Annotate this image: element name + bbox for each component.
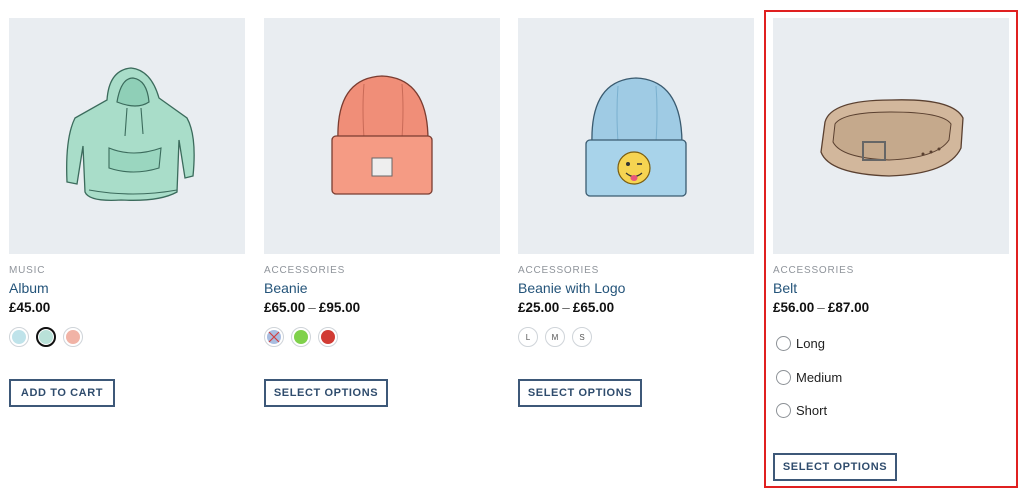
product-category: MUSIC (9, 265, 46, 276)
size-swatch-l[interactable]: L (518, 327, 538, 347)
product-price: £45.00 (9, 300, 50, 315)
color-swatches (264, 327, 338, 347)
hoodie-icon (66, 67, 195, 201)
product-image-beanie[interactable] (264, 18, 500, 254)
product-image-album[interactable] (9, 18, 245, 254)
price-max: £65.00 (572, 300, 615, 315)
beanie-coral-icon (331, 75, 433, 195)
product-title[interactable]: Beanie with Logo (518, 280, 625, 296)
tshirt-teal-icon[interactable] (36, 327, 56, 347)
select-options-button[interactable]: SELECT OPTIONS (264, 379, 388, 407)
size-label: L (525, 332, 531, 342)
color-swatches (9, 327, 83, 347)
product-price: £65.00– £95.00 (264, 300, 360, 315)
tshirt-blue-icon[interactable] (9, 327, 29, 347)
size-label: S (579, 332, 585, 342)
product-card-beanie: ACCESSORIES Beanie £65.00– £95.00 SELECT … (264, 18, 500, 407)
size-swatch-s[interactable]: S (572, 327, 592, 347)
price-separator: – (562, 300, 570, 315)
beanie-logo-icon (585, 77, 687, 197)
product-category: ACCESSORIES (518, 265, 600, 276)
price-min: £25.00 (518, 300, 560, 315)
select-options-button[interactable]: SELECT OPTIONS (518, 379, 642, 407)
green-swatch-icon[interactable] (291, 327, 311, 347)
product-price: £25.00– £65.00 (518, 300, 614, 315)
price-min: £65.00 (264, 300, 306, 315)
price-value: £45.00 (9, 300, 51, 315)
price-separator: – (308, 300, 316, 315)
tshirt-pink-icon[interactable] (63, 327, 83, 347)
unavailable-swatch-icon[interactable] (264, 327, 284, 347)
product-card-album: MUSIC Album £45.00 ADD TO CART (9, 18, 245, 407)
size-swatch-m[interactable]: M (545, 327, 565, 347)
selection-highlight (764, 10, 1018, 488)
product-image-beanie-with-logo[interactable] (518, 18, 754, 254)
product-category: ACCESSORIES (264, 265, 346, 276)
product-title[interactable]: Album (9, 280, 49, 296)
add-to-cart-button[interactable]: ADD TO CART (9, 379, 115, 407)
size-label: M (551, 332, 559, 342)
red-swatch-icon[interactable] (318, 327, 338, 347)
product-card-beanie-with-logo: ACCESSORIES Beanie with Logo £25.00– £65.… (518, 18, 754, 407)
size-swatches: L M S (518, 327, 592, 347)
price-max: £95.00 (318, 300, 361, 315)
product-title[interactable]: Beanie (264, 280, 308, 296)
